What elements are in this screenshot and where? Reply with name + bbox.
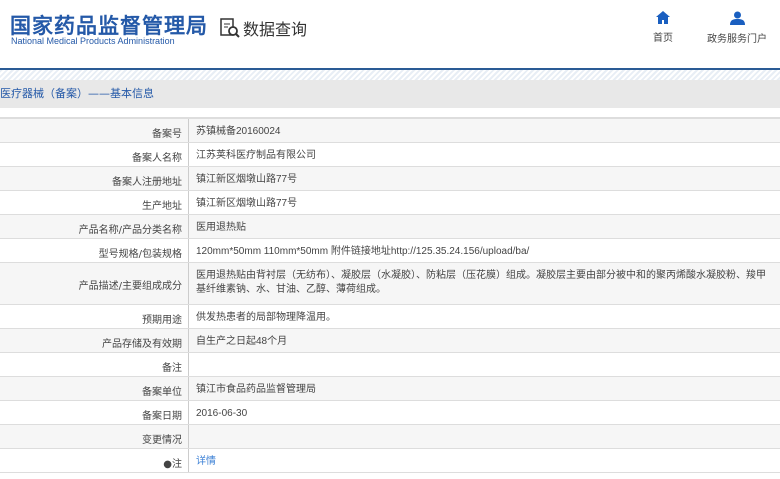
document-search-icon (220, 18, 240, 38)
data-query-title: 数据查询 (219, 16, 307, 40)
row-label: 备案单位 (0, 377, 189, 400)
table-row: 产品描述/主要组成成分 医用退热贴由背衬层（无纺布）、凝胶层（水凝胶）、防粘层（压… (0, 263, 780, 305)
row-value: 供发热患者的局部物理降温用。 (196, 312, 336, 323)
row-label: 生产地址 (0, 191, 189, 214)
detail-table: 备案号 苏镇械备20160024 备案人名称 江苏荚科医疗制品有限公司 备案人注册地… (0, 117, 780, 473)
row-label: 备案日期 (0, 401, 189, 424)
table-row: 产品名称/产品分类名称 医用退热贴 (0, 215, 780, 239)
table-row: 备注 (0, 353, 780, 377)
row-value: 镇江新区烟墩山路77号 (196, 198, 298, 209)
row-value: 医用退热贴由背衬层（无纺布）、凝胶层（水凝胶）、防粘层（压花膜）组成。凝胶层主要… (196, 270, 766, 295)
note-label: 注 (172, 459, 182, 470)
table-row: 备案人注册地址 镇江新区烟墩山路77号 (0, 167, 780, 191)
row-value (189, 425, 780, 448)
row-value: 2016-06-30 (196, 408, 248, 419)
row-label: ●注 (0, 449, 189, 472)
row-value: 镇江新区烟墩山路77号 (196, 174, 298, 185)
table-row: 备案号 苏镇械备20160024 (0, 119, 780, 143)
row-value: 江苏荚科医疗制品有限公司 (196, 150, 316, 161)
table-row: 备案单位 镇江市食品药品监督管理局 (0, 377, 780, 401)
details-link[interactable]: 详情 (196, 456, 216, 467)
row-value: 医用退热贴 (196, 222, 246, 233)
nav-gov-portal-label: 政务服务门户 (707, 34, 767, 45)
row-value (189, 353, 780, 376)
row-value: 自生产之日起48个月 (196, 336, 288, 347)
row-value: 120mm*50mm 110mm*50mm 附件链接地址http://125.3… (196, 246, 530, 257)
row-label: 备案号 (0, 119, 189, 142)
nav-home-label: 首页 (653, 33, 673, 44)
table-row: 型号规格/包装规格 120mm*50mm 110mm*50mm 附件链接地址htt… (0, 239, 780, 263)
site-header: 国家药品监督管理局 National Medical Products Admi… (0, 0, 780, 68)
nav-home[interactable]: 首页 (653, 11, 673, 44)
nav-gov-portal[interactable]: 政务服务门户 (707, 11, 767, 45)
row-label: 产品名称/产品分类名称 (0, 215, 189, 238)
row-label: 备注 (0, 353, 189, 376)
row-label: 型号规格/包装规格 (0, 239, 189, 262)
table-row: 生产地址 镇江新区烟墩山路77号 (0, 191, 780, 215)
user-icon (729, 11, 745, 25)
table-row: 备案人名称 江苏荚科医疗制品有限公司 (0, 143, 780, 167)
row-label: 备案人注册地址 (0, 167, 189, 190)
breadcrumb: 医疗器械（备案）——基本信息 (0, 80, 780, 108)
table-row: ●注 详情 (0, 449, 780, 473)
row-label: 变更情况 (0, 425, 189, 448)
row-value: 苏镇械备20160024 (196, 126, 281, 137)
row-value: 镇江市食品药品监督管理局 (196, 384, 316, 395)
home-icon (656, 11, 670, 24)
bulb-icon: ● (163, 459, 172, 470)
row-label: 备案人名称 (0, 143, 189, 166)
row-label: 产品存储及有效期 (0, 329, 189, 352)
row-label: 产品描述/主要组成成分 (0, 263, 189, 304)
row-label: 预期用途 (0, 305, 189, 328)
table-row: 产品存储及有效期 自生产之日起48个月 (0, 329, 780, 353)
query-title-text: 数据查询 (243, 20, 308, 39)
header-stripe (0, 70, 780, 80)
table-row: 备案日期 2016-06-30 (0, 401, 780, 425)
table-row: 预期用途 供发热患者的局部物理降温用。 (0, 305, 780, 329)
row-value: 详情 (189, 449, 780, 472)
table-row: 变更情况 (0, 425, 780, 449)
logo-subtitle: National Medical Products Administration (11, 36, 175, 46)
